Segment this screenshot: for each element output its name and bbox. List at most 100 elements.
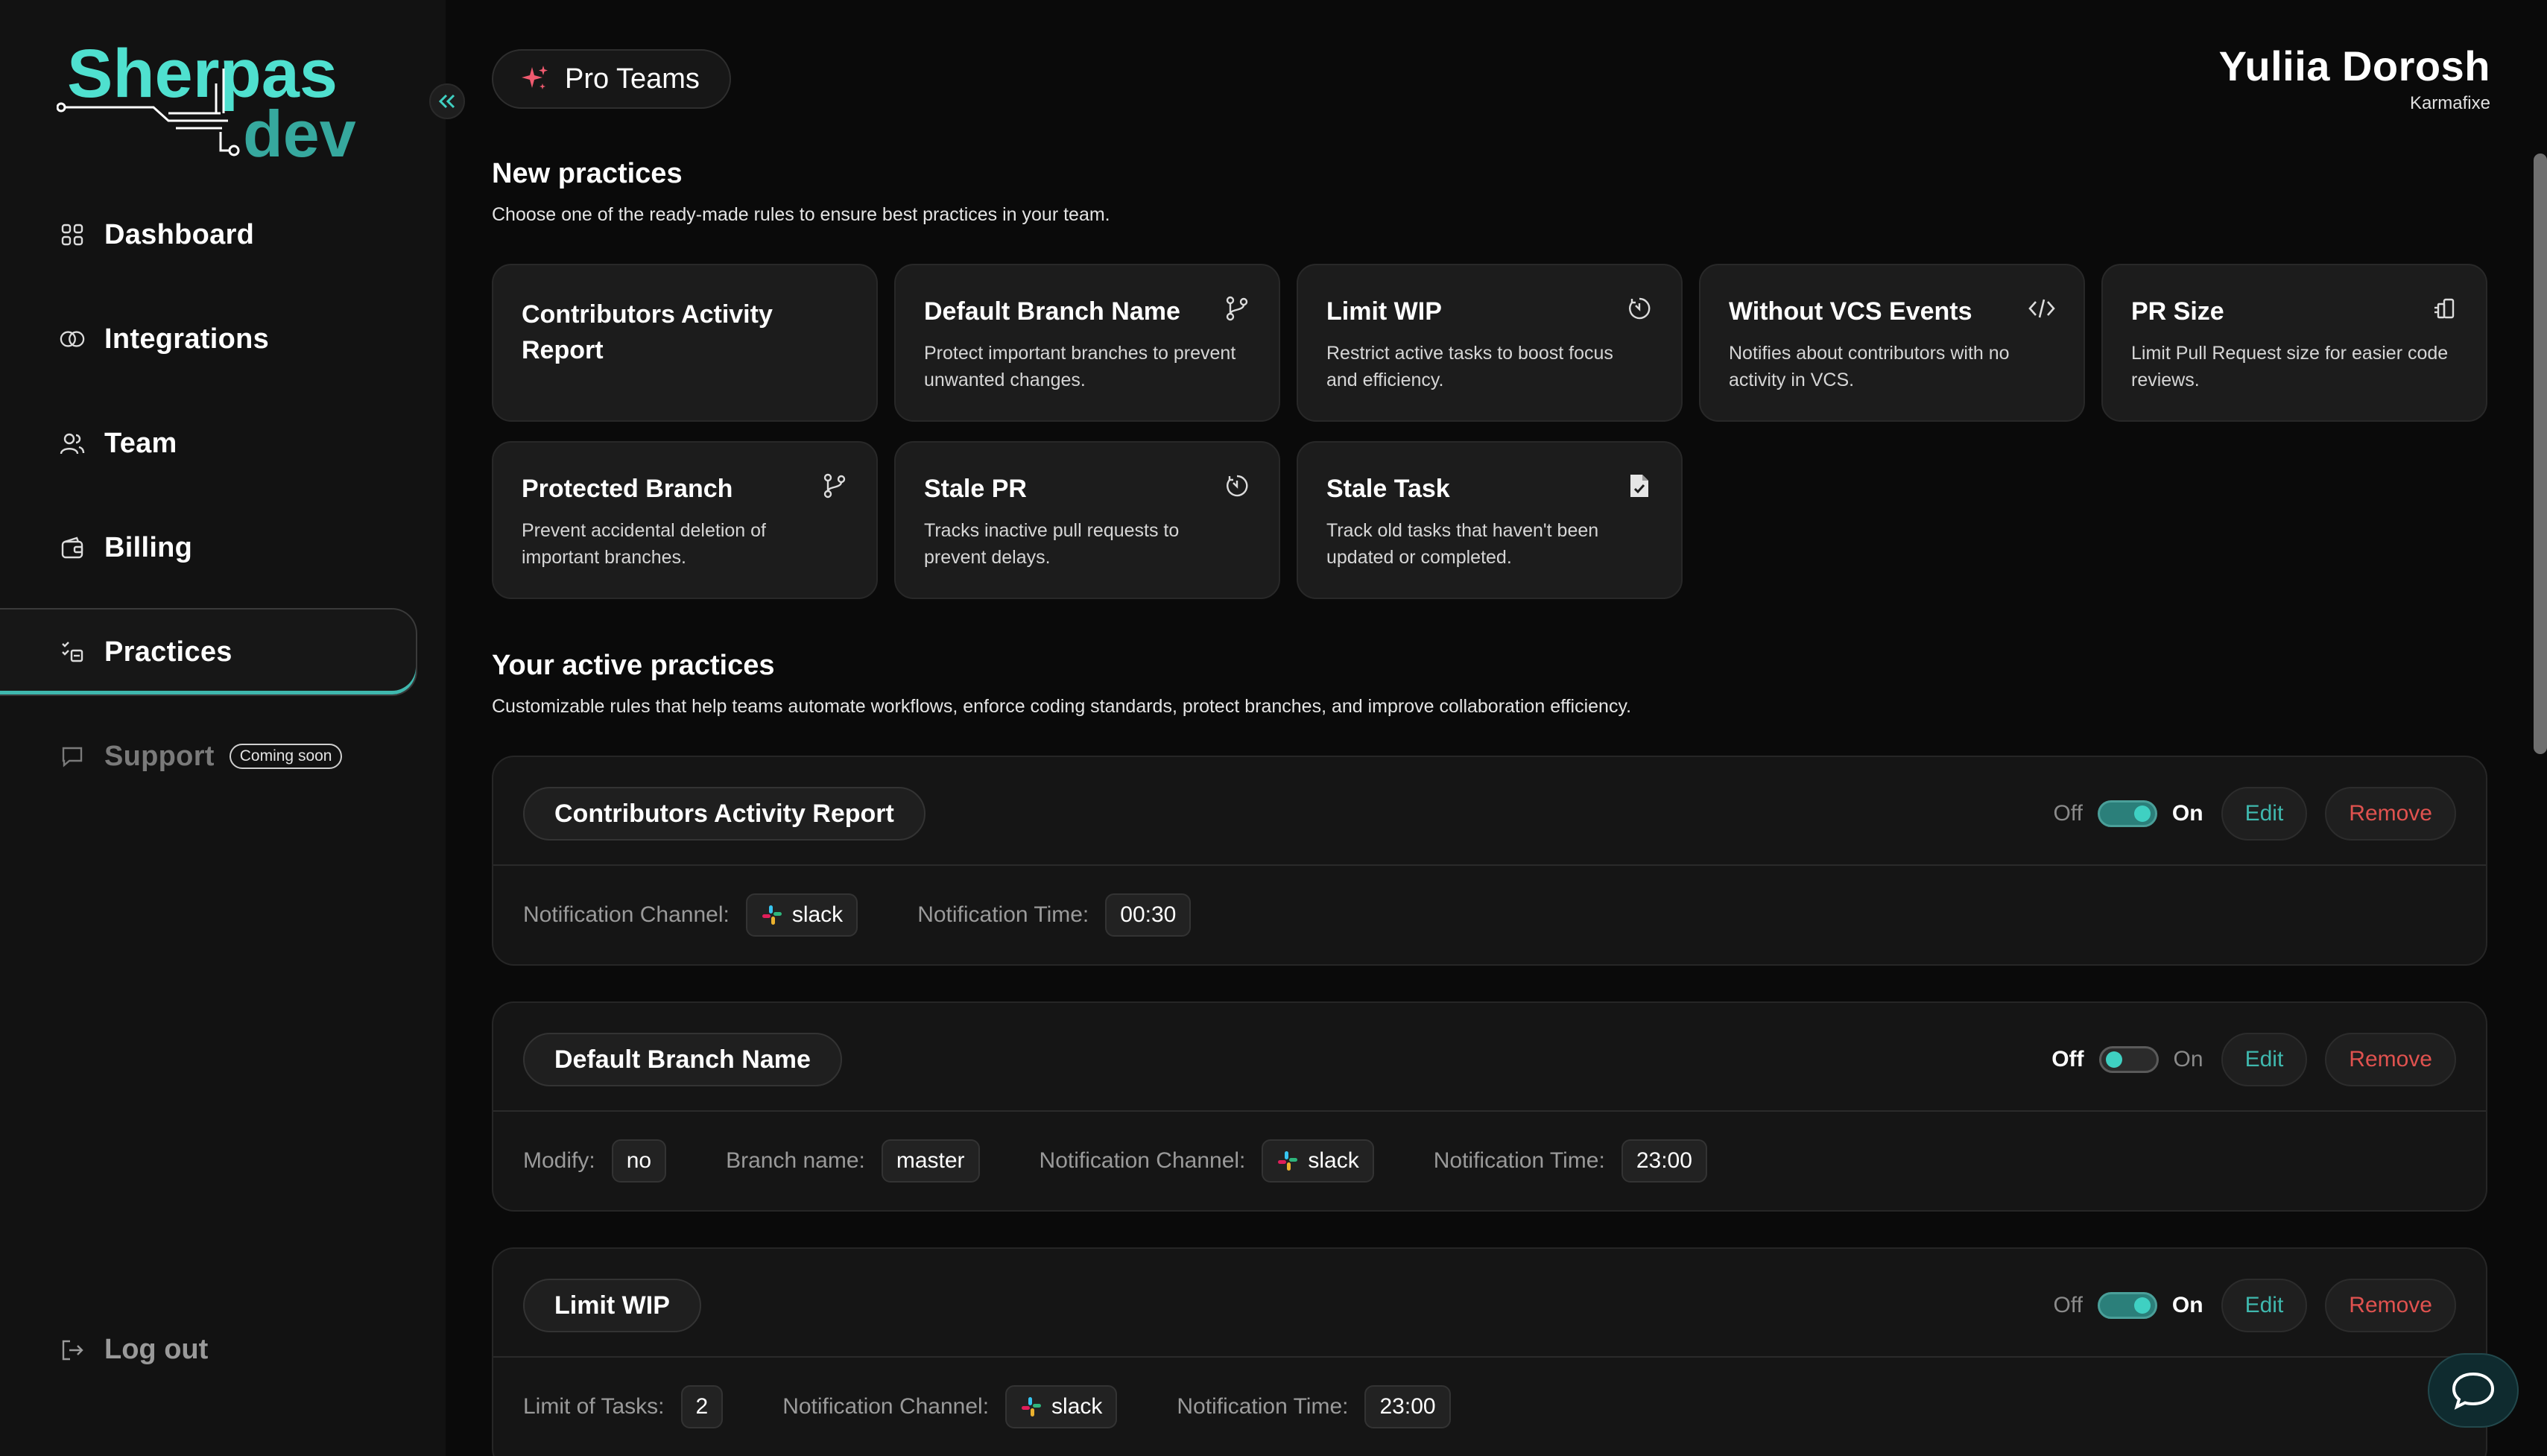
field-value: 2	[680, 1385, 724, 1428]
active-practice-fields: Notification Channel: slack Notification…	[493, 866, 2486, 964]
card-title: Without VCS Events	[1729, 297, 1972, 326]
user-company: Karmafixe	[2409, 93, 2490, 113]
field-value: slack	[745, 893, 858, 937]
card-description: Tracks inactive pull requests to prevent…	[924, 520, 1180, 568]
field-modify: Modify: no	[523, 1139, 667, 1183]
practice-card-stale-pr[interactable]: Stale PR Tracks inactive pull requests t…	[894, 441, 1280, 599]
grid-icon	[60, 222, 85, 247]
active-practice-limit-wip: Limit WIP Off On Edit Remove Limit of Ta…	[492, 1247, 2487, 1456]
field-label: Notification Time:	[917, 902, 1089, 927]
toggle-knob	[2105, 1051, 2122, 1068]
sidebar-item-practices[interactable]: Practices	[0, 608, 417, 696]
pro-teams-plan-button[interactable]: Pro Teams	[492, 49, 731, 109]
active-practice-contributors-activity-report: Contributors Activity Report Off On Edit…	[492, 756, 2487, 966]
field-notification-channel: Notification Channel: slack	[782, 1385, 1118, 1428]
sidebar-item-label: Support	[104, 740, 215, 772]
sidebar-item-label: Integrations	[104, 323, 270, 355]
active-practice-header: Default Branch Name Off On Edit Remove	[493, 1003, 2486, 1112]
card-description: Protect important branches to prevent un…	[924, 343, 1236, 390]
page-scrollbar[interactable]	[2534, 153, 2547, 754]
size-icon	[2431, 295, 2458, 322]
practice-name: Default Branch Name	[523, 1033, 842, 1086]
field-notification-time: Notification Time: 23:00	[1177, 1385, 1451, 1428]
field-notification-time: Notification Time: 00:30	[917, 893, 1192, 937]
active-practice-header: Limit WIP Off On Edit Remove	[493, 1249, 2486, 1358]
chat-bubble-icon	[60, 744, 85, 769]
field-notification-channel: Notification Channel: slack	[1040, 1139, 1374, 1183]
user-profile[interactable]: Yuliia Dorosh Karmafixe	[2219, 42, 2490, 114]
sidebar-item-billing[interactable]: Billing	[0, 504, 446, 592]
chat-widget-button[interactable]	[2428, 1353, 2519, 1428]
sherpas-dev-logo[interactable]: Sherpas dev	[57, 39, 370, 165]
practice-controls: Off On Edit Remove	[2053, 1279, 2456, 1332]
sidebar-item-dashboard[interactable]: Dashboard	[0, 191, 446, 279]
logout-icon	[60, 1338, 85, 1363]
field-value: slack	[1262, 1139, 1374, 1183]
toggle-off-label: Off	[2053, 801, 2083, 826]
practice-card-contributors-activity-report[interactable]: Contributors Activity Report	[492, 264, 878, 422]
card-title: Stale Task	[1326, 475, 1450, 503]
coming-soon-badge: Coming soon	[229, 744, 343, 769]
remove-button[interactable]: Remove	[2325, 787, 2456, 841]
field-label: Notification Time:	[1177, 1394, 1349, 1419]
timer-icon	[1224, 472, 1250, 499]
code-icon	[2028, 295, 2055, 322]
toggle-off-label: Off	[2053, 1293, 2083, 1317]
field-value: slack	[1005, 1385, 1118, 1428]
practice-card-stale-task[interactable]: Stale Task Track old tasks that haven't …	[1297, 441, 1683, 599]
field-label: Notification Channel:	[1039, 1148, 1246, 1173]
field-notification-channel: Notification Channel: slack	[523, 893, 858, 937]
plan-label: Pro Teams	[565, 63, 700, 95]
svg-text:dev: dev	[243, 97, 356, 165]
practice-card-default-branch-name[interactable]: Default Branch Name Protect important br…	[894, 264, 1280, 422]
remove-button[interactable]: Remove	[2325, 1279, 2456, 1332]
toggle-on-label: On	[2173, 1047, 2203, 1072]
field-label: Notification Channel:	[523, 902, 730, 927]
remove-button[interactable]: Remove	[2325, 1033, 2456, 1086]
active-practice-header: Contributors Activity Report Off On Edit…	[493, 757, 2486, 866]
logout-label: Log out	[104, 1334, 209, 1365]
user-name: Yuliia Dorosh	[2218, 42, 2490, 89]
sidebar-item-label: Team	[104, 427, 177, 459]
practice-card-protected-branch[interactable]: Protected Branch Prevent accidental dele…	[492, 441, 878, 599]
field-label: Modify:	[523, 1148, 595, 1173]
field-branch-name: Branch name: master	[726, 1139, 980, 1183]
card-description: Notifies about contributors with no acti…	[1729, 343, 2010, 390]
file-check-icon	[1626, 472, 1653, 499]
card-title: Default Branch Name	[924, 297, 1180, 326]
sparkles-icon	[522, 66, 548, 89]
toggle-knob	[2133, 805, 2151, 822]
practice-name: Contributors Activity Report	[523, 787, 926, 841]
logout-button[interactable]: Log out	[60, 1334, 208, 1366]
practice-toggle[interactable]	[2097, 800, 2157, 827]
users-icon	[60, 431, 85, 456]
new-practices-subtitle: Choose one of the ready-made rules to en…	[492, 204, 1110, 225]
card-title: PR Size	[2131, 297, 2224, 326]
card-description: Restrict active tasks to boost focus and…	[1326, 343, 1613, 390]
card-title: Stale PR	[924, 475, 1027, 503]
toggle-on-label: On	[2171, 1293, 2203, 1317]
field-label: Limit of Tasks:	[523, 1394, 665, 1419]
practice-card-pr-size[interactable]: PR Size Limit Pull Request size for easi…	[2101, 264, 2487, 422]
field-label: Branch name:	[726, 1148, 865, 1173]
practice-card-limit-wip[interactable]: Limit WIP Restrict active tasks to boost…	[1297, 264, 1683, 422]
toggle-off-label: Off	[2051, 1047, 2084, 1072]
field-value: 00:30	[1105, 893, 1192, 937]
sidebar-item-team[interactable]: Team	[0, 399, 446, 487]
sidebar-item-label: Billing	[104, 531, 193, 563]
edit-button[interactable]: Edit	[2221, 1279, 2308, 1332]
active-practice-fields: Limit of Tasks: 2 Notification Channel: …	[493, 1358, 2486, 1456]
sidebar-item-integrations[interactable]: Integrations	[0, 295, 446, 383]
practice-card-without-vcs-events[interactable]: Without VCS Events Notifies about contri…	[1699, 264, 2085, 422]
practice-toggle[interactable]	[2097, 1292, 2157, 1319]
edit-button[interactable]: Edit	[2221, 787, 2308, 841]
field-value-text: slack	[1308, 1148, 1359, 1173]
slack-icon	[762, 905, 782, 925]
toggle-on-label: On	[2171, 801, 2203, 826]
collapse-sidebar-button[interactable]	[429, 83, 465, 119]
active-practice-default-branch-name: Default Branch Name Off On Edit Remove M…	[492, 1001, 2487, 1212]
chat-bubble-icon	[2452, 1372, 2495, 1410]
edit-button[interactable]: Edit	[2221, 1033, 2308, 1086]
practice-toggle[interactable]	[2098, 1046, 2159, 1073]
field-notification-time: Notification Time: 23:00	[1434, 1139, 1707, 1183]
